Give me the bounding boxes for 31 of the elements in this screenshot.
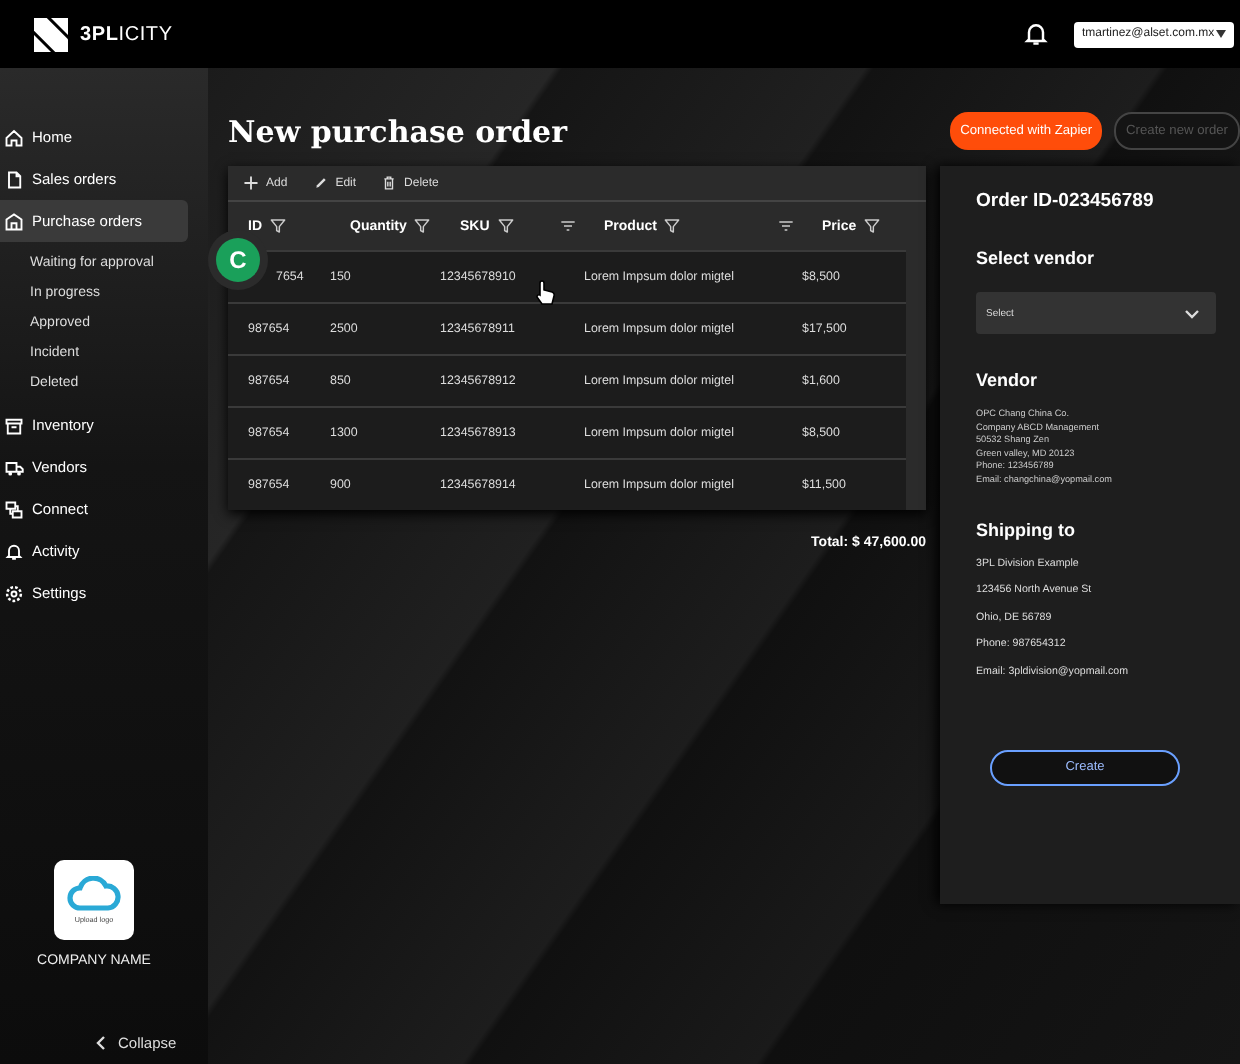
brand-name: 3PLICITY (80, 23, 175, 45)
archive-icon (4, 415, 24, 435)
connect-icon (4, 499, 24, 519)
filter-icon[interactable] (864, 218, 881, 234)
building-icon (4, 211, 24, 231)
filter-icon[interactable] (414, 218, 431, 234)
order-id: Order ID-023456789 (976, 190, 1156, 212)
page-title: New purchase order (228, 113, 570, 149)
filter-icon[interactable] (270, 218, 286, 234)
hand-cursor-icon (534, 280, 556, 306)
filter-icon[interactable] (497, 218, 514, 234)
notifications-icon[interactable] (1022, 20, 1050, 48)
cloud-icon (66, 876, 122, 912)
chevron-left-icon (96, 1036, 106, 1050)
settings-icon (4, 583, 24, 603)
pencil-icon (313, 176, 328, 190)
document-icon (4, 169, 24, 189)
truck-icon (4, 457, 24, 477)
bell-icon (4, 541, 24, 561)
logo-icon (34, 17, 68, 51)
caret-icon (1216, 30, 1226, 38)
section-heading: Select vendor (976, 248, 1097, 268)
filter-icon[interactable] (664, 218, 681, 234)
sort-icon[interactable] (778, 218, 794, 234)
plus-icon (244, 176, 258, 190)
section-heading: Shipping to (976, 519, 1077, 539)
chevron-down-icon (1184, 305, 1200, 321)
sort-icon[interactable] (560, 218, 576, 234)
trash-icon (382, 176, 397, 190)
home-icon (4, 127, 24, 147)
section-heading: Vendor (976, 370, 1040, 390)
